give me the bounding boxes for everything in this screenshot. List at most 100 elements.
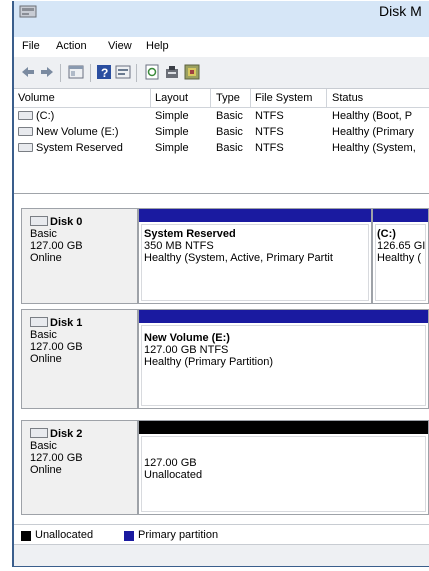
legend: Unallocated Primary partition <box>14 524 429 545</box>
column-header-file-system[interactable]: File System <box>255 92 312 104</box>
table-row[interactable]: (C:) Simple Basic NTFS Healthy (Boot, P <box>14 109 429 125</box>
partition-details: System Reserved 350 MB NTFS Healthy (Sys… <box>144 228 333 264</box>
window-title: Disk M <box>379 3 422 19</box>
column-header-type[interactable]: Type <box>216 92 240 104</box>
column-divider[interactable] <box>326 89 327 107</box>
disk-icon <box>30 216 48 227</box>
file-system-cell: NTFS <box>255 142 284 154</box>
disk-management-app-icon <box>19 5 37 18</box>
status-cell: Healthy (Primary <box>332 126 414 138</box>
legend-label-primary-partition: Primary partition <box>138 529 219 541</box>
primary-partition-legend-swatch <box>124 531 134 541</box>
primary-partition-bar <box>139 310 428 323</box>
properties-icon[interactable] <box>164 64 180 80</box>
disk-type: Basic <box>30 440 57 452</box>
disk-name: Disk 0 <box>50 216 83 228</box>
status-bar <box>14 544 429 566</box>
forward-arrow-icon[interactable] <box>39 64 55 80</box>
partition-name: New Volume (E:) <box>144 332 230 344</box>
rescan-icon[interactable] <box>184 64 200 80</box>
disk-size: 127.00 GB <box>30 452 83 464</box>
partition-status: Healthy (Primary Partition) <box>144 356 273 368</box>
table-row[interactable]: New Volume (E:) Simple Basic NTFS Health… <box>14 125 429 141</box>
disk-0-label: Disk 0 <box>30 216 137 228</box>
partition-name: System Reserved <box>144 228 236 240</box>
file-system-cell: NTFS <box>255 126 284 138</box>
menu-bar: File Action View Help <box>14 37 429 57</box>
partition-unallocated[interactable]: 127.00 GB Unallocated <box>138 420 429 515</box>
disk-name: Disk 2 <box>50 428 83 440</box>
disk-2-info[interactable]: Disk 2 Basic 127.00 GB Online <box>21 420 138 515</box>
partition-size: 350 MB NTFS <box>144 240 214 252</box>
partition-status: Unallocated <box>144 469 203 481</box>
partition-details: New Volume (E:) 127.00 GB NTFS Healthy (… <box>144 332 273 368</box>
menu-file[interactable]: File <box>22 40 40 52</box>
volume-list-header: Volume Layout Type File System Status <box>14 89 429 108</box>
partition-details: 127.00 GB Unallocated <box>144 457 202 481</box>
disk-1-info[interactable]: Disk 1 Basic 127.00 GB Online <box>21 309 138 409</box>
drive-icon <box>18 126 33 136</box>
partition-size: 127.00 GB <box>144 457 197 469</box>
layout-cell: Simple <box>155 126 189 138</box>
partition-system-reserved[interactable]: System Reserved 350 MB NTFS Healthy (Sys… <box>138 208 372 304</box>
menu-help[interactable]: Help <box>146 40 169 52</box>
drive-icon <box>18 110 33 120</box>
back-arrow-icon[interactable] <box>20 64 36 80</box>
menu-view[interactable]: View <box>108 40 132 52</box>
menu-action[interactable]: Action <box>56 40 87 52</box>
help-icon[interactable]: ? <box>96 64 112 80</box>
disk-2-label: Disk 2 <box>30 428 137 440</box>
partition-c[interactable]: (C:) 126.65 GI Healthy ( <box>372 208 429 304</box>
disk-icon <box>30 428 48 439</box>
disk-name: Disk 1 <box>50 317 83 329</box>
disk-icon <box>30 317 48 328</box>
disk-management-window: Disk M File Action View Help ? Volume La… <box>12 1 429 567</box>
help-topics-icon[interactable] <box>115 64 131 80</box>
disk-graphical-view: Disk 0 Basic 127.00 GB Online System Res… <box>14 194 429 544</box>
refresh-icon[interactable] <box>144 64 160 80</box>
title-bar[interactable]: Disk M <box>14 1 429 37</box>
partition-name: (C:) <box>377 228 396 240</box>
partition-details: (C:) 126.65 GI Healthy ( <box>377 228 425 264</box>
partition-size: 126.65 GI <box>377 240 426 252</box>
disk-status: Online <box>30 353 62 365</box>
partition-status: Healthy ( <box>377 252 422 264</box>
column-header-volume[interactable]: Volume <box>18 92 55 104</box>
table-row[interactable]: System Reserved Simple Basic NTFS Health… <box>14 141 429 157</box>
type-cell: Basic <box>216 110 243 122</box>
column-divider[interactable] <box>210 89 211 107</box>
column-divider[interactable] <box>150 89 151 107</box>
disk-1-label: Disk 1 <box>30 317 137 329</box>
volume-list: Volume Layout Type File System Status (C… <box>14 89 429 194</box>
unallocated-partition-bar <box>139 421 428 434</box>
column-header-layout[interactable]: Layout <box>155 92 188 104</box>
toolbar-separator <box>60 64 61 82</box>
type-cell: Basic <box>216 142 243 154</box>
toolbar-separator <box>90 64 91 82</box>
console-tree-icon[interactable] <box>68 64 84 80</box>
primary-partition-bar <box>139 209 371 222</box>
volume-cell: System Reserved <box>18 142 123 154</box>
toolbar: ? <box>14 58 429 89</box>
partition-size: 127.00 GB NTFS <box>144 344 229 356</box>
disk-0-info[interactable]: Disk 0 Basic 127.00 GB Online <box>21 208 138 304</box>
legend-label-unallocated: Unallocated <box>35 529 94 541</box>
column-header-status[interactable]: Status <box>332 92 363 104</box>
volume-cell: New Volume (E:) <box>18 126 119 138</box>
disk-type: Basic <box>30 228 57 240</box>
disk-status: Online <box>30 464 62 476</box>
toolbar-separator <box>136 64 137 82</box>
primary-partition-bar <box>373 209 428 222</box>
partition-new-volume-e[interactable]: New Volume (E:) 127.00 GB NTFS Healthy (… <box>138 309 429 409</box>
volume-name: New Volume (E:) <box>36 126 119 138</box>
volume-name: System Reserved <box>36 142 123 154</box>
partition-status: Healthy (System, Active, Primary Partit <box>144 252 333 264</box>
disk-type: Basic <box>30 329 57 341</box>
file-system-cell: NTFS <box>255 110 284 122</box>
disk-size: 127.00 GB <box>30 341 83 353</box>
disk-status: Online <box>30 252 62 264</box>
column-divider[interactable] <box>250 89 251 107</box>
volume-cell: (C:) <box>18 110 54 122</box>
drive-icon <box>18 142 33 152</box>
unallocated-legend-swatch <box>21 531 31 541</box>
